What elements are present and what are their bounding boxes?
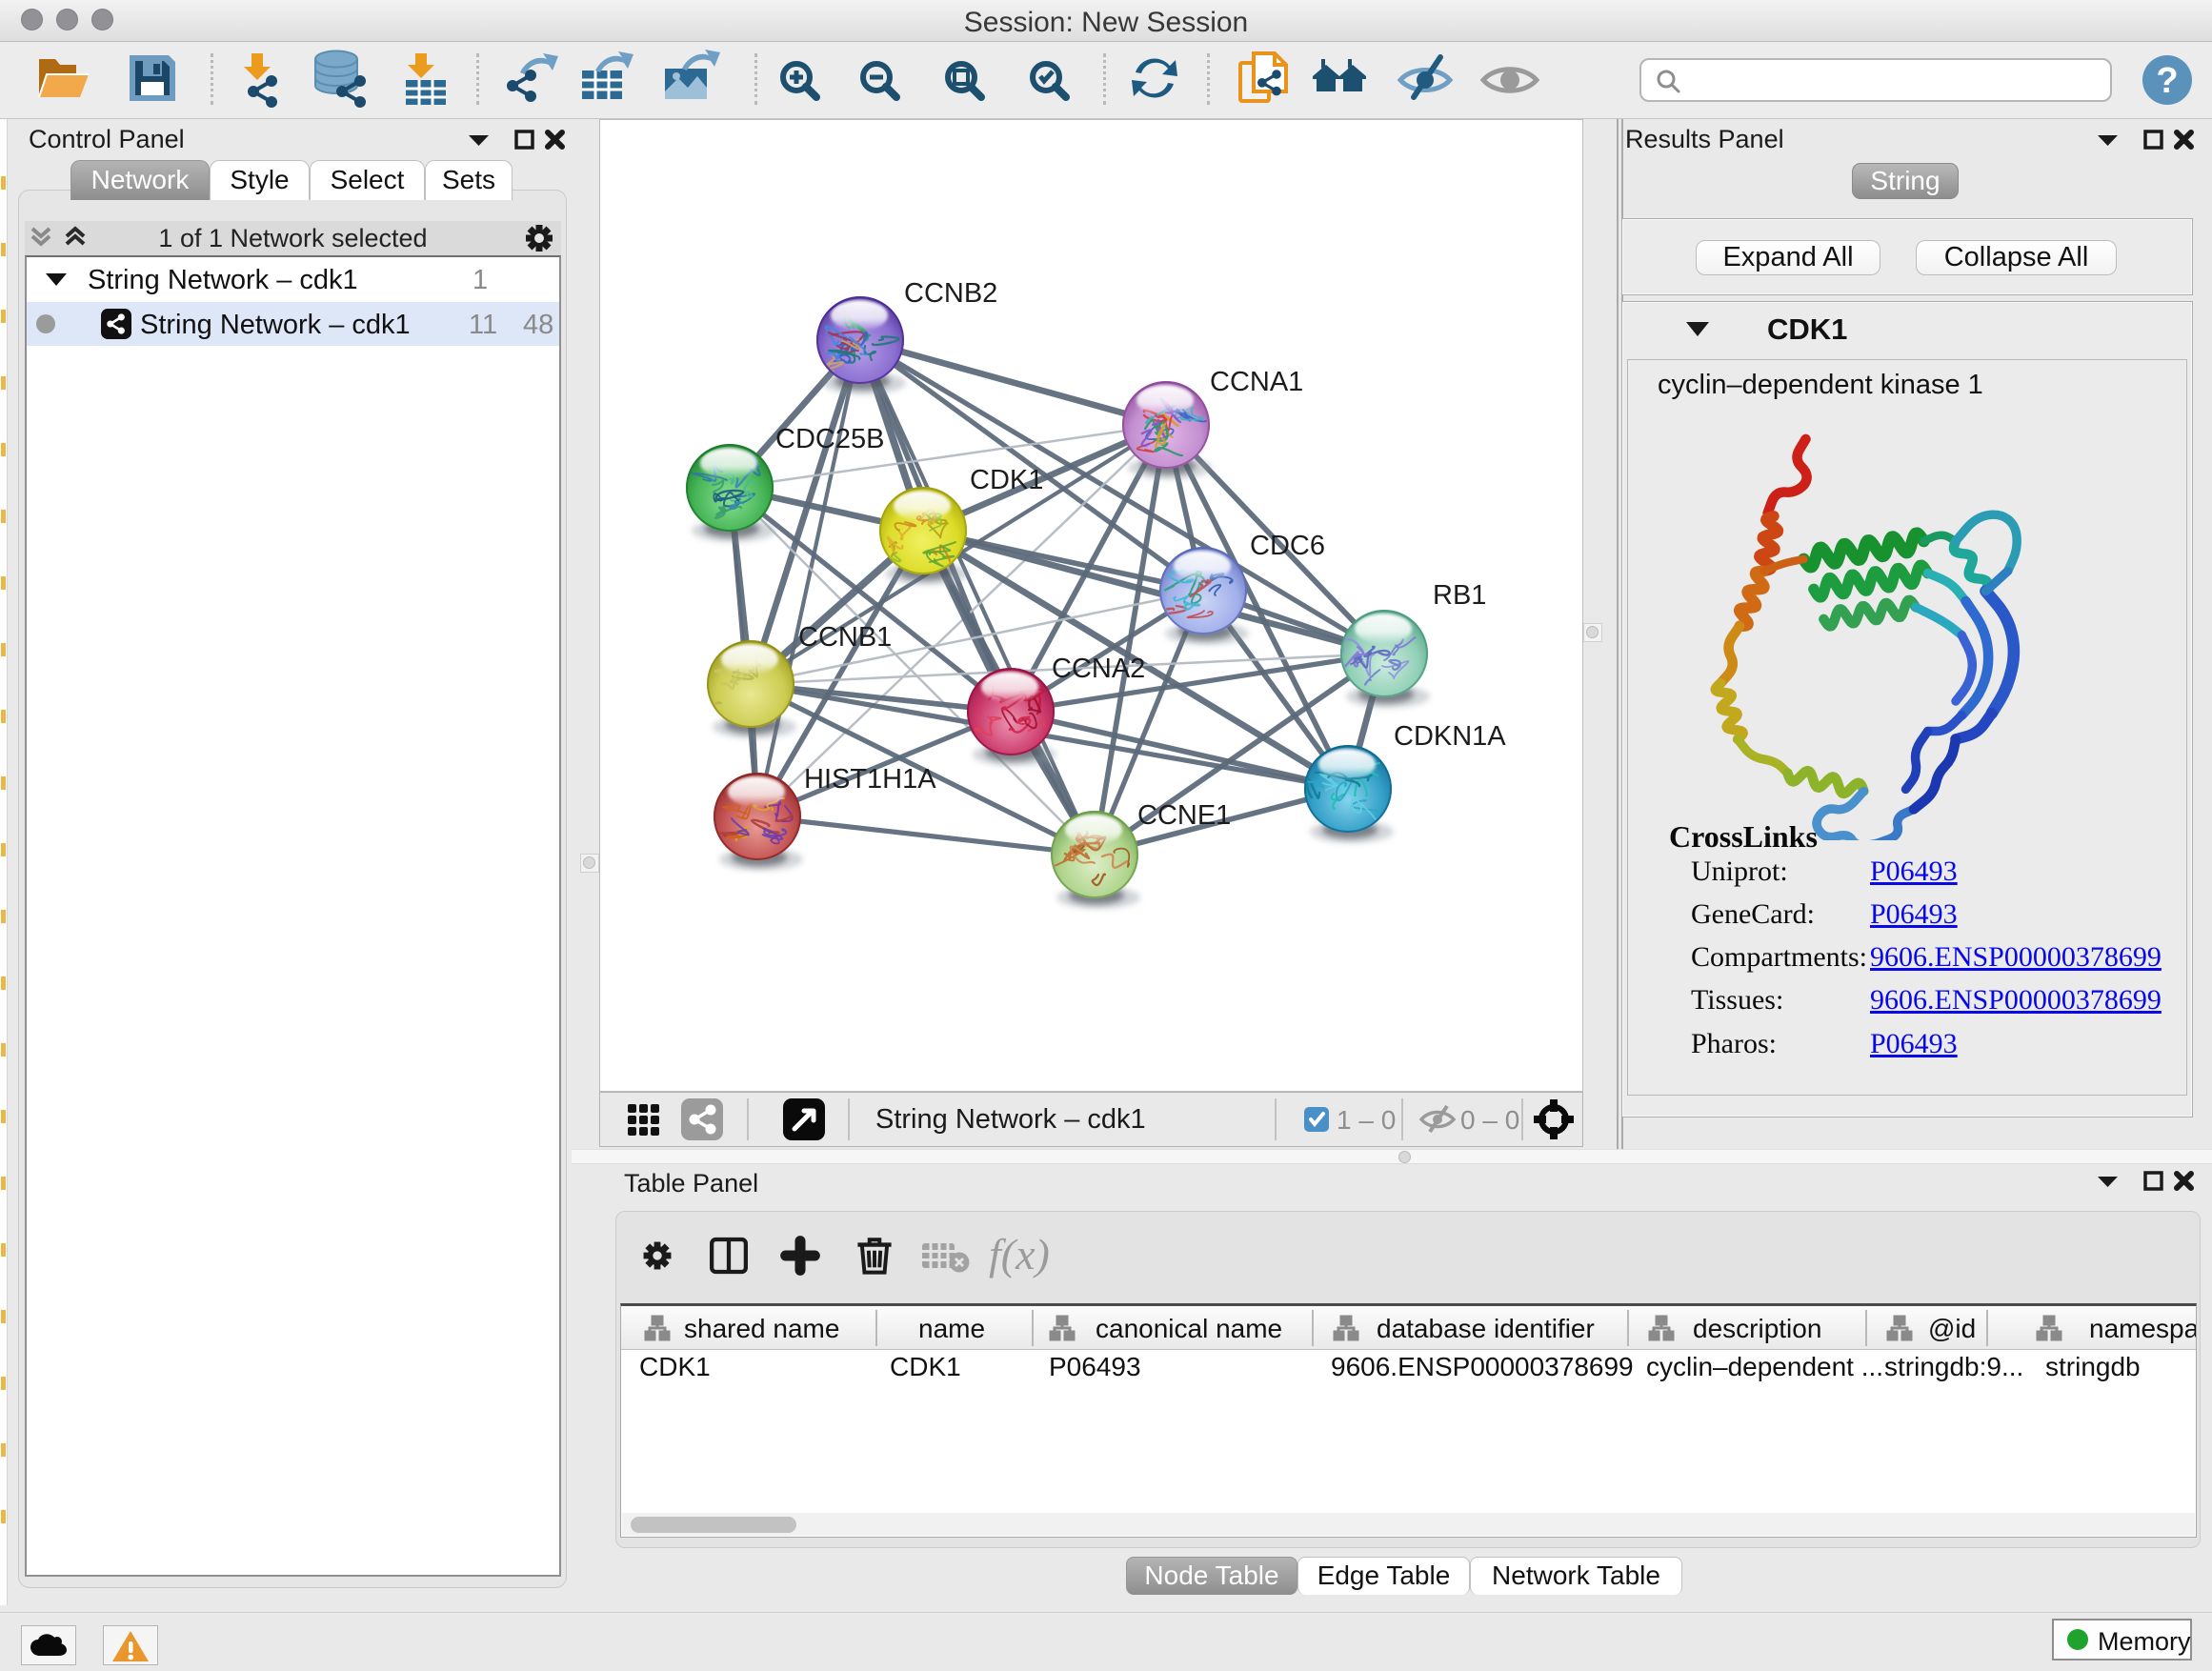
svg-text:CCNA1: CCNA1 — [1210, 367, 1303, 397]
svg-text:CDKN1A: CDKN1A — [1394, 721, 1506, 752]
svg-text:@id: @id — [1928, 1314, 1976, 1343]
svg-text:CCNB1: CCNB1 — [798, 622, 892, 653]
svg-text:CDC6: CDC6 — [1250, 531, 1325, 561]
svg-text:0 – 0: 0 – 0 — [1460, 1105, 1519, 1135]
svg-text:shared name: shared name — [684, 1314, 839, 1343]
svg-text:HIST1H1A: HIST1H1A — [804, 764, 936, 795]
svg-text:namespace: namespace — [2089, 1314, 2196, 1343]
svg-text:CCNA2: CCNA2 — [1052, 654, 1145, 684]
svg-text:CDK1: CDK1 — [970, 465, 1043, 495]
svg-text:CDC25B: CDC25B — [775, 424, 884, 454]
svg-text:description: description — [1693, 1314, 1821, 1343]
svg-text:canonical name: canonical name — [1096, 1314, 1282, 1343]
svg-text:RB1: RB1 — [1433, 580, 1486, 611]
svg-text:String Network – cdk1: String Network – cdk1 — [875, 1104, 1146, 1135]
svg-text:name: name — [918, 1314, 985, 1343]
svg-text:database identifier: database identifier — [1377, 1314, 1595, 1343]
svg-text:?: ? — [2156, 61, 2178, 101]
svg-text:1 – 0: 1 – 0 — [1337, 1105, 1396, 1135]
svg-text:CCNE1: CCNE1 — [1137, 800, 1231, 831]
svg-text:CCNB2: CCNB2 — [904, 278, 997, 309]
